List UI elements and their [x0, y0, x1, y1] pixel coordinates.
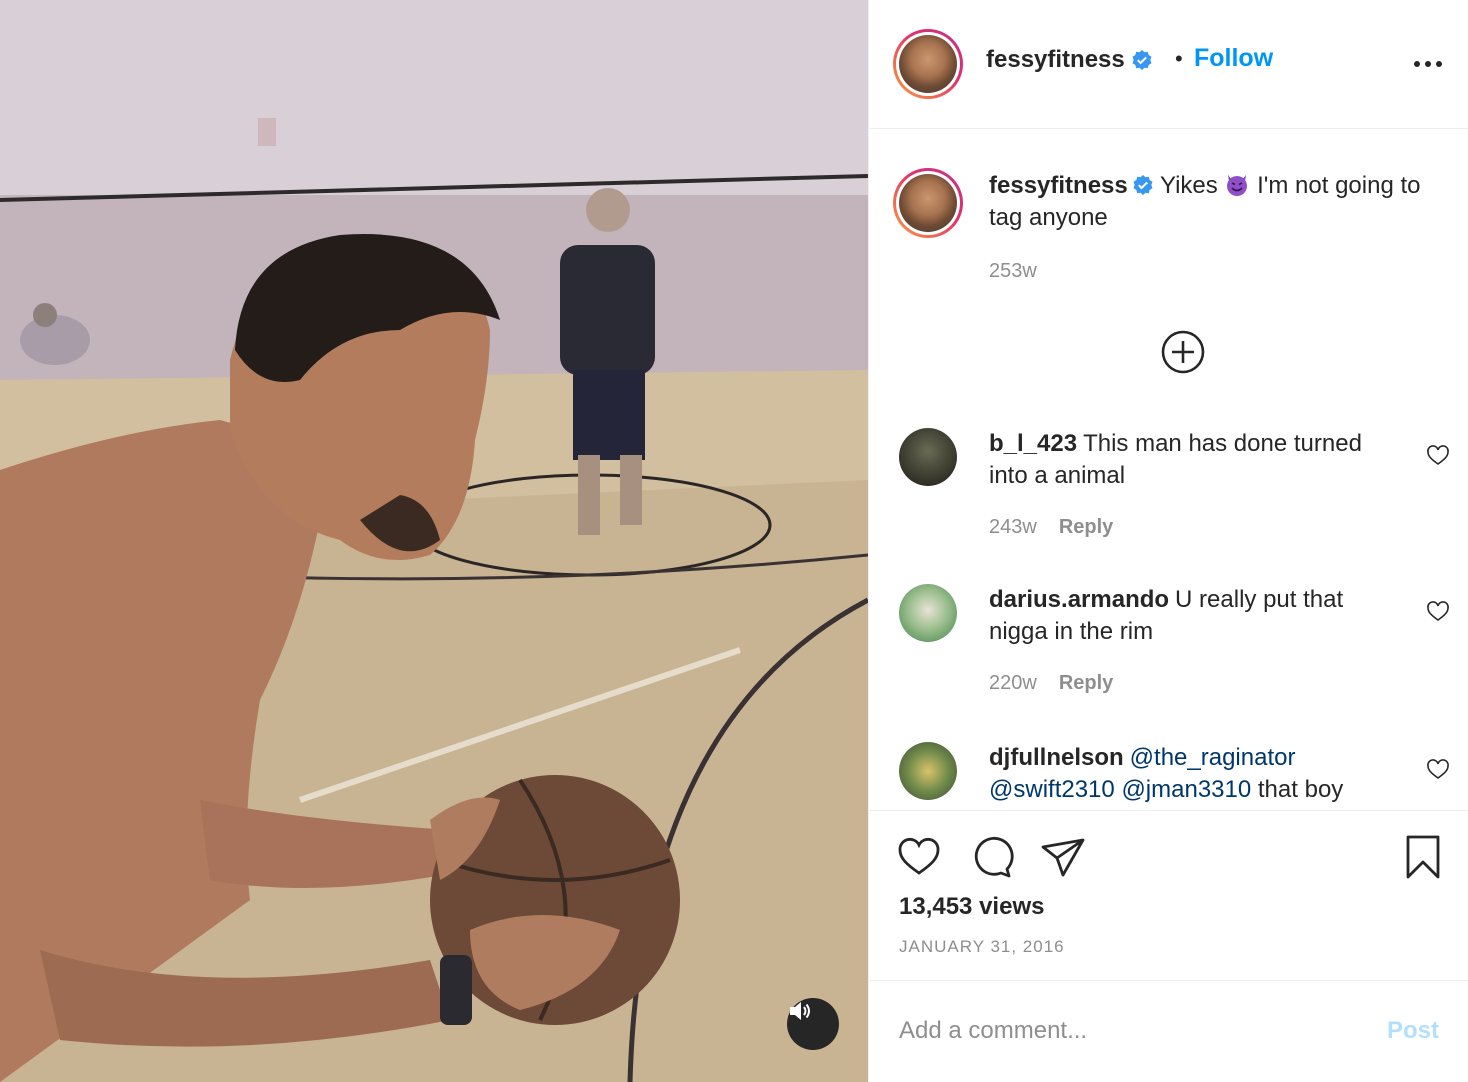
comments-list[interactable]: b_l_423 This man has done turned into a a… — [869, 400, 1468, 810]
post-comment-button[interactable]: Post — [1387, 1017, 1439, 1045]
comment-mention[interactable]: @swift2310 — [989, 776, 1115, 803]
post-header: fessyfitness • Follow — [869, 0, 1468, 129]
commenter-username[interactable]: b_l_423 — [989, 430, 1077, 457]
heart-icon[interactable] — [1426, 444, 1450, 468]
comment-meta: 220w Reply — [989, 672, 1113, 695]
follow-button[interactable]: Follow — [1194, 44, 1273, 73]
reply-button[interactable]: Reply — [1059, 516, 1113, 539]
commenter-username[interactable]: djfullnelson — [989, 744, 1124, 771]
heart-icon[interactable] — [895, 833, 943, 881]
caption-text-start: Yikes — [1159, 172, 1218, 199]
view-count[interactable]: 13,453 views — [899, 893, 1044, 921]
commenter-avatar[interactable] — [899, 584, 957, 642]
plus-circle-icon[interactable] — [1160, 329, 1206, 375]
header-separator: • — [1175, 46, 1183, 71]
heart-icon[interactable] — [1426, 758, 1450, 782]
verified-badge-icon — [1133, 175, 1153, 195]
caption-avatar[interactable] — [893, 168, 963, 238]
comment-input[interactable] — [899, 1011, 1359, 1051]
commenter-avatar[interactable] — [899, 428, 957, 486]
comment-text: b_l_423 This man has done turned into a a… — [989, 428, 1399, 492]
smiling-devil-emoji — [1227, 175, 1248, 196]
bookmark-icon[interactable] — [1399, 833, 1447, 881]
caption-username[interactable]: fessyfitness — [989, 172, 1128, 199]
comment-text: djfullnelson @the_raginator @swift2310 @j… — [989, 742, 1399, 806]
caption-timestamp: 253w — [989, 260, 1037, 282]
add-comment-bar: Post — [869, 980, 1468, 1082]
comment-timestamp: 243w — [989, 516, 1037, 538]
avatar-image — [899, 174, 957, 232]
comment-meta: 243w Reply — [989, 516, 1113, 539]
comment-mention[interactable]: @jman3310 — [1121, 776, 1251, 803]
audio-toggle-button[interactable] — [787, 998, 839, 1050]
post-video[interactable] — [0, 0, 868, 1082]
reply-button[interactable]: Reply — [1059, 672, 1113, 695]
video-frame-illustration — [0, 0, 868, 1082]
post-date: JANUARY 31, 2016 — [899, 937, 1065, 956]
caption-text: fessyfitness Yikes I'm not going to tag … — [989, 170, 1439, 234]
share-icon[interactable] — [1039, 833, 1087, 881]
post-actions: 13,453 views JANUARY 31, 2016 — [869, 810, 1468, 980]
author-username[interactable]: fessyfitness — [986, 46, 1125, 74]
heart-icon[interactable] — [1426, 600, 1450, 624]
speaker-icon — [790, 1002, 810, 1020]
comment-icon[interactable] — [967, 833, 1015, 881]
avatar-image — [899, 35, 957, 93]
post-side-panel: fessyfitness • Follow fessyfitness Yikes — [868, 0, 1468, 1082]
author-username-group: fessyfitness — [986, 46, 1153, 74]
commenter-username[interactable]: darius.armando — [989, 586, 1169, 613]
verified-badge-icon — [1132, 50, 1152, 70]
comment-text: darius.armando U really put that nigga in… — [989, 584, 1399, 648]
comment-mention[interactable]: @the_raginator — [1130, 744, 1296, 771]
author-avatar[interactable] — [893, 29, 963, 99]
comment-body: that boy — [1257, 776, 1344, 803]
commenter-avatar[interactable] — [899, 742, 957, 800]
more-horizontal-icon[interactable] — [1413, 60, 1443, 68]
comment-timestamp: 220w — [989, 672, 1037, 694]
